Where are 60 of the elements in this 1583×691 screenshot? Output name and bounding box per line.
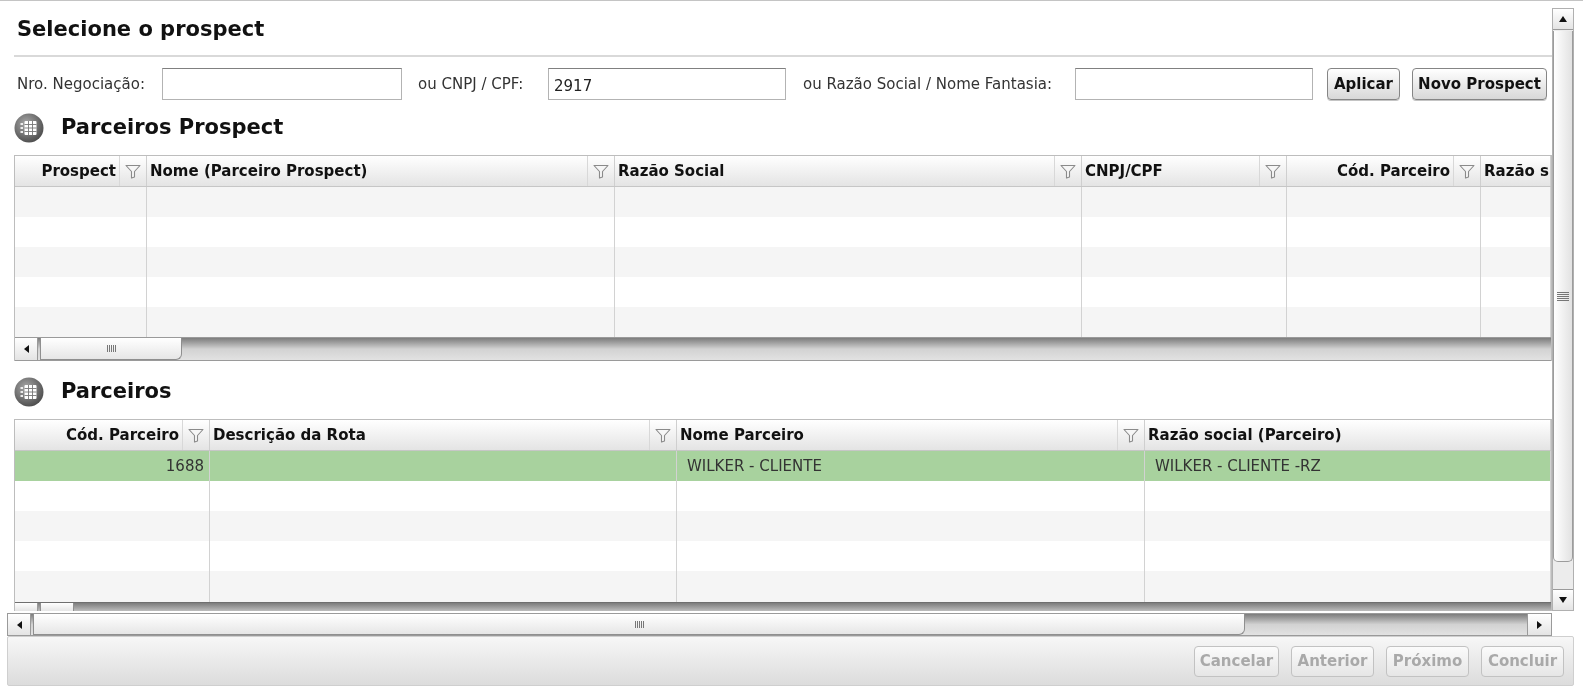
next-button: Próximo — [1386, 645, 1469, 677]
scroll-left-button[interactable] — [15, 338, 38, 360]
scroll-right-button[interactable] — [1527, 614, 1551, 635]
column-header[interactable]: Nome (Parceiro Prospect) — [150, 159, 368, 183]
new-prospect-button[interactable]: Novo Prospect — [1412, 68, 1547, 100]
table-icon — [14, 376, 44, 407]
vertical-scrollbar[interactable] — [1552, 8, 1574, 611]
filter-icon[interactable] — [1123, 427, 1139, 443]
table-cell-text: WILKER - CLIENTE -RZ — [1155, 455, 1321, 477]
column-header[interactable]: Nome Parceiro — [680, 423, 804, 447]
column-header[interactable]: Cód. Parceiro — [1337, 159, 1450, 183]
table-cell-text: WILKER - CLIENTE — [687, 455, 822, 477]
arrow-left-icon — [15, 619, 23, 630]
arrow-left-icon — [22, 344, 30, 354]
arrow-right-icon — [1536, 619, 1543, 630]
scroll-down-button[interactable] — [1553, 589, 1573, 610]
column-header[interactable]: Razão s — [1484, 159, 1549, 183]
table-cell-text: 1688 — [165, 455, 204, 477]
input-field[interactable]: 2917 — [548, 68, 786, 100]
section-title: Parceiros — [61, 381, 172, 402]
scrollbar-thumb[interactable] — [40, 603, 74, 611]
arrow-up-icon — [1558, 15, 1568, 23]
horizontal-scrollbar[interactable] — [7, 613, 1552, 636]
scrollbar-thumb[interactable] — [1553, 31, 1573, 562]
column-header[interactable]: Prospect — [41, 159, 116, 183]
filter-icon[interactable] — [1060, 163, 1076, 179]
horizontal-scrollbar[interactable] — [15, 602, 1551, 611]
horizontal-scrollbar[interactable] — [15, 337, 1551, 361]
table-icon — [14, 112, 44, 143]
column-header[interactable]: Descrição da Rota — [213, 423, 366, 447]
grip-icon — [634, 620, 644, 628]
filter-icon[interactable] — [1459, 163, 1475, 179]
input-field[interactable] — [1075, 68, 1313, 100]
previous-button: Anterior — [1291, 645, 1374, 677]
column-header[interactable]: Cód. Parceiro — [66, 423, 179, 447]
arrow-down-icon — [1558, 596, 1568, 604]
table-row[interactable]: 1688 WILKER - CLIENTE WILKER - CLIENTE -RZ — [15, 451, 1551, 481]
field-label: ou CNPJ / CPF: — [418, 75, 524, 93]
filter-icon[interactable] — [125, 163, 141, 179]
filter-icon[interactable] — [593, 163, 609, 179]
scrollbar-thumb[interactable] — [33, 614, 1245, 635]
field-label: ou Razão Social / Nome Fantasia: — [803, 75, 1053, 93]
column-header[interactable]: CNPJ/CPF — [1085, 159, 1163, 183]
field-label: Nro. Negociação: — [17, 75, 145, 93]
column-header[interactable]: Razão Social — [618, 159, 725, 183]
apply-button[interactable]: Aplicar — [1327, 68, 1400, 100]
finish-button: Concluir — [1481, 645, 1564, 677]
scroll-up-button[interactable] — [1553, 9, 1573, 30]
section-title: Parceiros Prospect — [61, 117, 284, 138]
filter-icon[interactable] — [655, 427, 671, 443]
input-field[interactable] — [162, 68, 402, 100]
cancel-button: Cancelar — [1194, 645, 1279, 677]
filter-icon[interactable] — [188, 427, 204, 443]
dialog-title: Selecione o prospect — [17, 16, 265, 40]
column-header[interactable]: Razão social (Parceiro) — [1148, 423, 1342, 447]
scroll-left-button[interactable] — [8, 614, 31, 635]
grip-icon — [106, 345, 116, 352]
filter-icon[interactable] — [1265, 163, 1281, 179]
scrollbar-thumb[interactable] — [40, 338, 182, 360]
grip-icon — [1557, 291, 1569, 301]
